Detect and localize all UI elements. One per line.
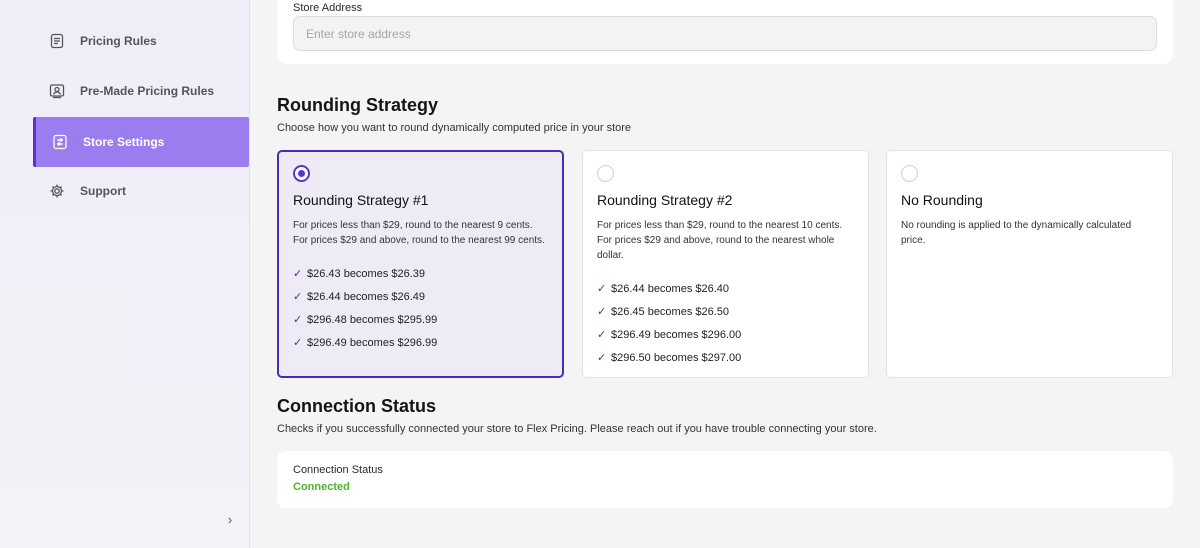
id-card-icon bbox=[48, 82, 66, 100]
check-icon: ✓ bbox=[293, 291, 303, 303]
sidebar-item-pricing-rules[interactable]: Pricing Rules bbox=[34, 16, 249, 66]
example-text: $296.50 becomes $297.00 bbox=[611, 351, 742, 364]
sidebar-item-pre-made-pricing-rules[interactable]: Pre-Made Pricing Rules bbox=[34, 66, 249, 116]
radio-dot bbox=[298, 170, 305, 177]
example-text: $26.44 becomes $26.40 bbox=[611, 282, 730, 295]
list-item: ✓ $26.44 becomes $26.49 bbox=[293, 285, 548, 308]
check-icon: ✓ bbox=[293, 314, 303, 326]
connection-status-description: Checks if you successfully connected you… bbox=[277, 423, 877, 435]
sidebar-collapse-chevron-icon[interactable]: › bbox=[223, 510, 237, 528]
check-icon: ✓ bbox=[293, 268, 303, 280]
radio-unselected[interactable] bbox=[901, 165, 918, 182]
list-item: ✓ $296.49 becomes $296.99 bbox=[293, 331, 548, 354]
radio-selected[interactable] bbox=[293, 165, 310, 182]
example-text: $26.45 becomes $26.50 bbox=[611, 305, 730, 318]
sidebar-item-label: Pricing Rules bbox=[80, 34, 157, 48]
card-title: No Rounding bbox=[901, 192, 983, 208]
check-icon: ✓ bbox=[597, 306, 607, 318]
card-title: Rounding Strategy #2 bbox=[597, 192, 733, 208]
connection-status-label: Connection Status bbox=[293, 464, 383, 476]
card-description: No rounding is applied to the dynamicall… bbox=[901, 220, 1132, 246]
list-item: ✓ $26.45 becomes $26.50 bbox=[597, 300, 854, 323]
main-content: Store Address Rounding Strategy Choose h… bbox=[251, 0, 1200, 548]
list-item: ✓ $296.48 becomes $295.99 bbox=[293, 308, 548, 331]
app-root: Pricing Rules Pre-Made Pricing Rules Sto… bbox=[0, 0, 1200, 548]
list-item: ✓ $26.44 becomes $26.40 bbox=[597, 277, 854, 300]
check-icon: ✓ bbox=[293, 337, 303, 349]
connection-status-value: Connected bbox=[293, 481, 350, 493]
example-text: $26.43 becomes $26.39 bbox=[307, 267, 426, 280]
sidebar-item-label: Store Settings bbox=[83, 135, 165, 149]
list-document-icon bbox=[48, 32, 66, 50]
example-text: $296.49 becomes $296.99 bbox=[307, 336, 438, 349]
list-item: ✓ $296.49 becomes $296.00 bbox=[597, 323, 854, 346]
rounding-strategy-title: Rounding Strategy bbox=[277, 95, 438, 115]
check-icon: ✓ bbox=[597, 283, 607, 295]
card-title: Rounding Strategy #1 bbox=[293, 192, 429, 208]
sidebar-item-label: Pre-Made Pricing Rules bbox=[80, 84, 215, 98]
store-address-input[interactable] bbox=[293, 16, 1157, 51]
card-description: For prices less than $29, round to the n… bbox=[597, 220, 843, 261]
rounding-strategy-card-none[interactable]: No Rounding No rounding is applied to th… bbox=[886, 150, 1173, 378]
rounding-strategy-description: Choose how you want to round dynamically… bbox=[277, 122, 632, 134]
rounding-strategy-card-1[interactable]: Rounding Strategy #1 For prices less tha… bbox=[277, 150, 564, 378]
gear-icon bbox=[48, 182, 66, 200]
radio-unselected[interactable] bbox=[597, 165, 614, 182]
store-address-card: Store Address bbox=[277, 0, 1173, 64]
example-text: $296.49 becomes $296.00 bbox=[611, 328, 742, 341]
check-icon: ✓ bbox=[597, 329, 607, 341]
sliders-document-icon bbox=[51, 133, 69, 151]
list-item: ✓ $296.50 becomes $297.00 bbox=[597, 346, 854, 369]
sidebar-item-support[interactable]: Support bbox=[34, 166, 249, 216]
connection-status-title: Connection Status bbox=[277, 396, 437, 416]
sidebar: Pricing Rules Pre-Made Pricing Rules Sto… bbox=[0, 0, 250, 548]
card-description: For prices less than $29, round to the n… bbox=[293, 220, 545, 246]
check-icon: ✓ bbox=[597, 352, 607, 364]
example-text: $296.48 becomes $295.99 bbox=[307, 313, 438, 326]
example-list: ✓ $26.43 becomes $26.39 ✓ $26.44 becomes $… bbox=[293, 262, 548, 354]
example-text: $26.44 becomes $26.49 bbox=[307, 290, 426, 303]
sidebar-item-store-settings[interactable]: Store Settings bbox=[33, 117, 249, 167]
list-item: ✓ $26.43 becomes $26.39 bbox=[293, 262, 548, 285]
example-list: ✓ $26.44 becomes $26.40 ✓ $26.45 becomes $… bbox=[597, 277, 854, 369]
connection-status-card: Connection Status Connected bbox=[277, 451, 1173, 508]
sidebar-item-label: Support bbox=[80, 184, 126, 198]
store-address-label: Store Address bbox=[293, 2, 363, 14]
rounding-strategy-card-2[interactable]: Rounding Strategy #2 For prices less tha… bbox=[582, 150, 869, 378]
